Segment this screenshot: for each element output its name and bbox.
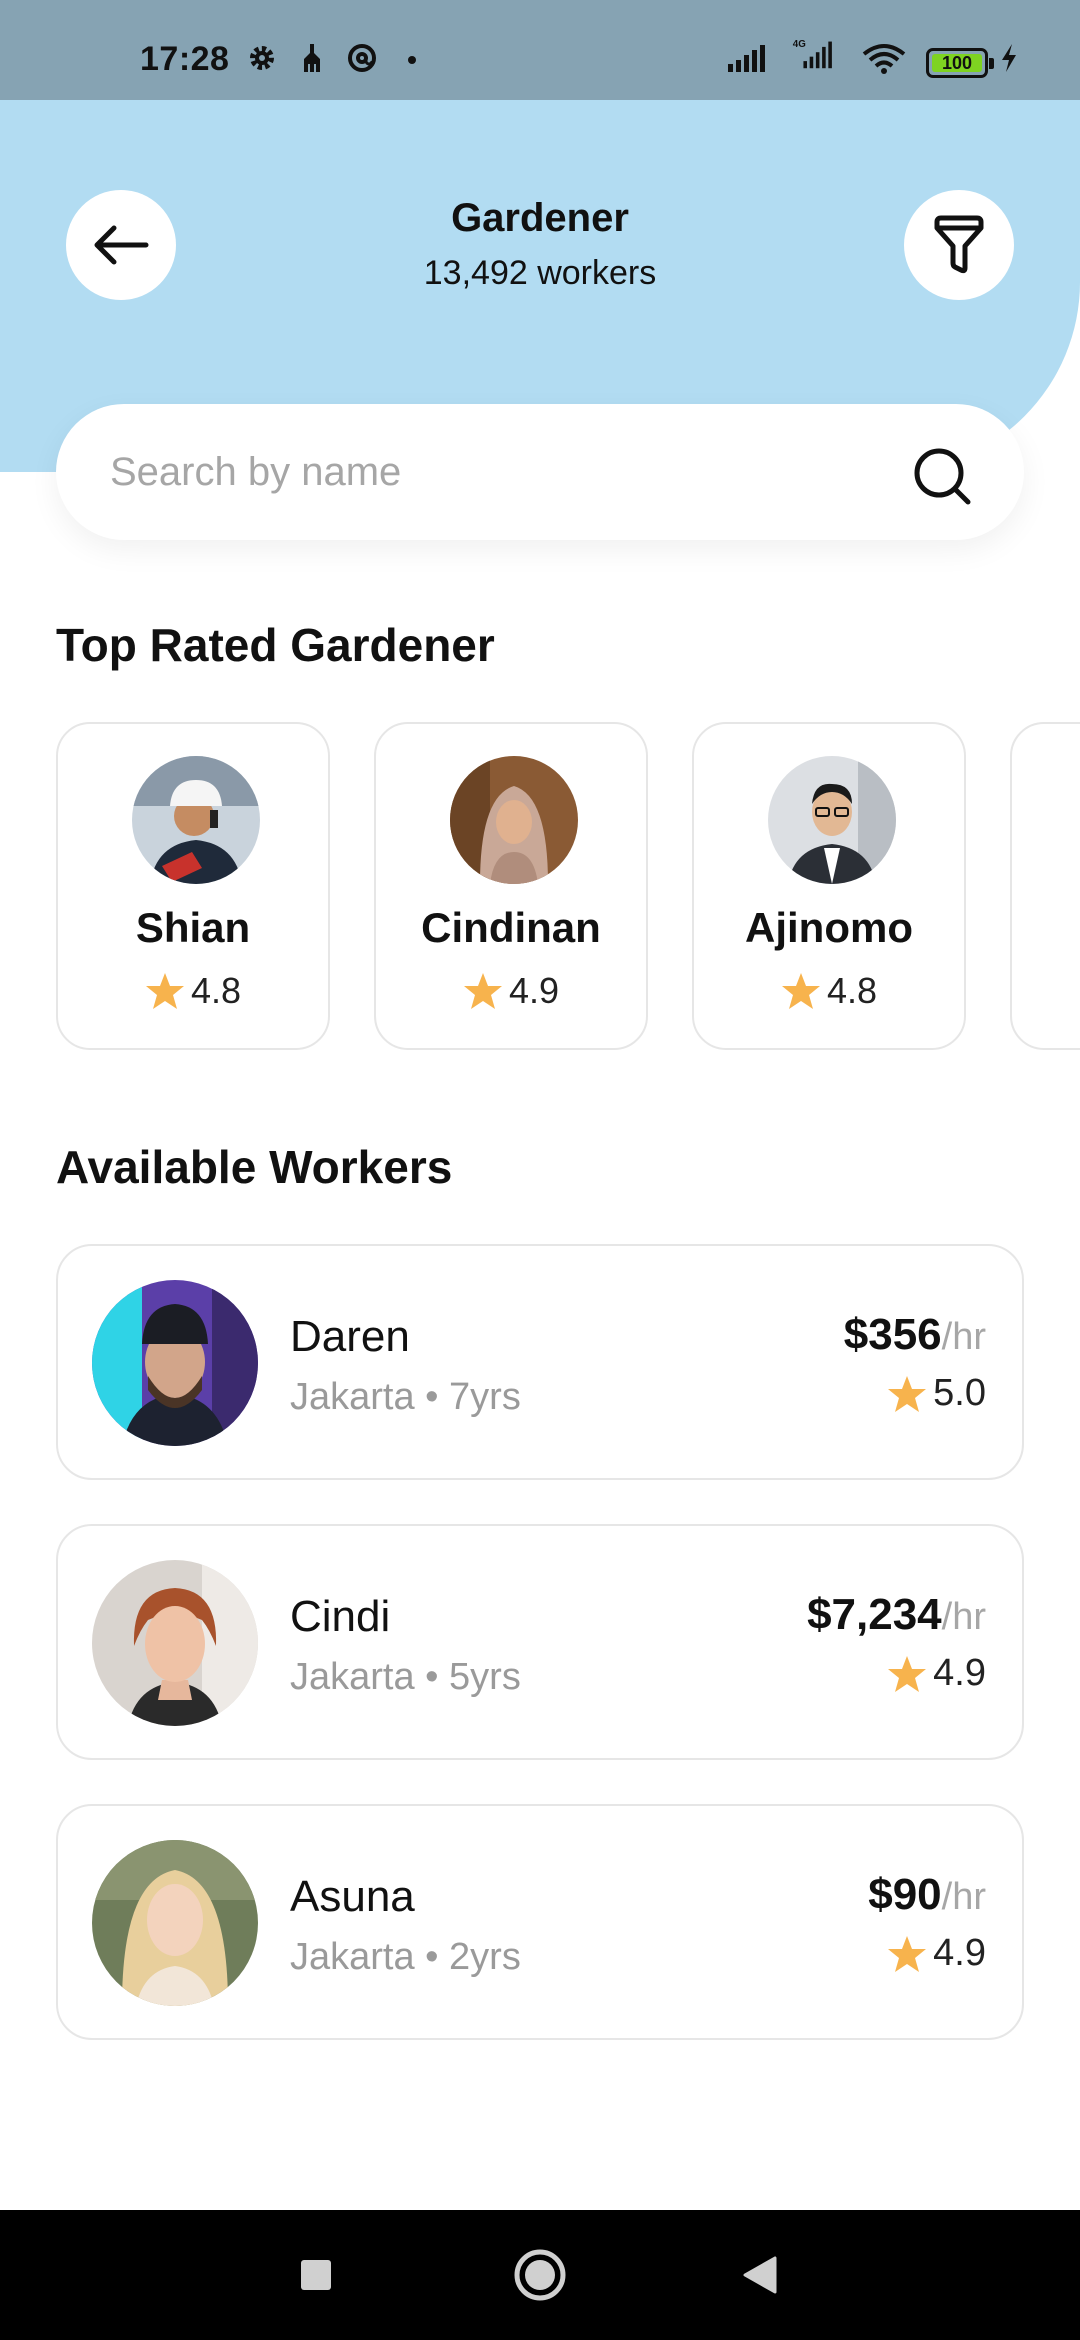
battery-icon: 100 bbox=[926, 48, 994, 78]
worker-location-experience: Jakarta • 5yrs bbox=[290, 1656, 521, 1698]
worker-name: Shian bbox=[135, 904, 251, 951]
recents-button[interactable] bbox=[256, 2210, 376, 2340]
home-circle-icon bbox=[514, 2249, 566, 2301]
price-value: $356 bbox=[843, 1310, 942, 1359]
worker-location-experience: Jakarta • 2yrs bbox=[290, 1936, 521, 1978]
worker-name: Asuna bbox=[290, 1872, 415, 1921]
price-unit: /hr bbox=[941, 1596, 986, 1638]
hourly-rate: $7,234/hr bbox=[807, 1590, 986, 1640]
rating-value: 4.8 bbox=[826, 970, 878, 1011]
price-unit: /hr bbox=[941, 1876, 986, 1918]
available-workers-heading: Available Workers bbox=[56, 1141, 453, 1193]
worker-card[interactable]: Daren Jakarta • 7yrs $356/hr 5.0 bbox=[56, 1244, 1024, 1480]
rating-value: 5.0 bbox=[933, 1372, 986, 1414]
rating: 4.8 bbox=[58, 970, 328, 1012]
top-rated-card[interactable]: Cindinan 4.9 bbox=[374, 722, 648, 1050]
avatar bbox=[768, 756, 896, 884]
rating: 5.0 bbox=[887, 1372, 986, 1415]
avatar bbox=[92, 1840, 258, 2006]
worker-card[interactable]: Asuna Jakarta • 2yrs $90/hr 4.9 bbox=[56, 1804, 1024, 2040]
battery-level: 100 bbox=[932, 53, 982, 73]
top-rated-card[interactable]: Shian 4.8 bbox=[56, 722, 330, 1050]
avatar bbox=[92, 1560, 258, 1726]
star-icon bbox=[888, 1655, 927, 1692]
star-icon bbox=[463, 973, 502, 1009]
rating: 4.9 bbox=[376, 970, 646, 1012]
rating-value: 4.9 bbox=[933, 1932, 986, 1974]
signal-icon bbox=[728, 45, 765, 72]
rating: 4.9 bbox=[887, 1652, 986, 1695]
hourly-rate: $356/hr bbox=[844, 1310, 986, 1360]
rating-value: 4.8 bbox=[190, 970, 242, 1011]
at-icon bbox=[348, 44, 376, 72]
star-icon bbox=[888, 1935, 927, 1972]
recents-square-icon bbox=[301, 2260, 331, 2290]
price-value: $7,234 bbox=[807, 1590, 942, 1639]
worker-name: Cindi bbox=[290, 1592, 391, 1641]
svg-text:4G: 4G bbox=[793, 39, 806, 50]
status-bar: 17:28 4G 100 bbox=[0, 0, 1080, 100]
wifi-icon bbox=[862, 44, 906, 74]
worker-name: Cindinan bbox=[421, 904, 601, 951]
worker-card[interactable]: Cindi Jakarta • 5yrs $7,234/hr 4.9 bbox=[56, 1524, 1024, 1760]
star-icon bbox=[888, 1375, 927, 1412]
worker-name: Ajinomo bbox=[745, 904, 913, 951]
price-unit: /hr bbox=[941, 1316, 986, 1358]
gear-icon bbox=[250, 46, 274, 70]
rating: 4.8 bbox=[694, 970, 964, 1012]
rating: 4.9 bbox=[887, 1932, 986, 1975]
star-icon bbox=[145, 973, 184, 1009]
filter-button[interactable] bbox=[904, 190, 1014, 300]
status-time: 17:28 bbox=[140, 40, 230, 78]
system-nav-bar bbox=[0, 2210, 1080, 2340]
back-nav-button[interactable] bbox=[700, 2210, 820, 2340]
rating-value: 4.9 bbox=[508, 970, 560, 1011]
avatar bbox=[450, 756, 578, 884]
home-button[interactable] bbox=[480, 2210, 600, 2340]
avatar bbox=[92, 1280, 258, 1446]
top-rated-heading: Top Rated Gardener bbox=[56, 619, 495, 671]
top-rated-list: Shian 4.8 Cindinan 4.9 Ajinomo 4.8 bbox=[56, 722, 1080, 1052]
top-rated-card[interactable]: Ajinomo 4.8 bbox=[692, 722, 966, 1050]
charging-icon bbox=[1002, 44, 1016, 72]
back-triangle-icon bbox=[743, 2256, 777, 2294]
notification-dot bbox=[408, 56, 416, 64]
filter-icon bbox=[934, 215, 984, 274]
worker-location-experience: Jakarta • 7yrs bbox=[290, 1376, 521, 1418]
hourly-rate: $90/hr bbox=[868, 1870, 986, 1920]
price-value: $90 bbox=[868, 1870, 942, 1919]
search-icon[interactable] bbox=[912, 446, 972, 506]
search-input[interactable] bbox=[110, 404, 890, 540]
rating-value: 4.9 bbox=[933, 1652, 986, 1694]
cleaning-icon bbox=[304, 44, 320, 72]
signal-4g-icon: 4G bbox=[793, 39, 832, 69]
top-rated-card[interactable] bbox=[1010, 722, 1080, 1050]
worker-name: Daren bbox=[290, 1312, 410, 1361]
avatar bbox=[132, 756, 260, 884]
star-icon bbox=[781, 973, 820, 1009]
search-bar bbox=[56, 404, 1024, 540]
